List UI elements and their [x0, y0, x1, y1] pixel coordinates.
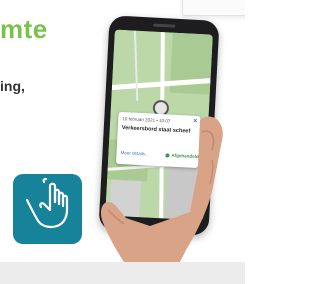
holding-hand-illustration: [100, 116, 223, 262]
page: mte ing, 10 februari 2021 • 10:07 × Verk…: [0, 0, 245, 284]
bottom-bar: [0, 262, 245, 284]
